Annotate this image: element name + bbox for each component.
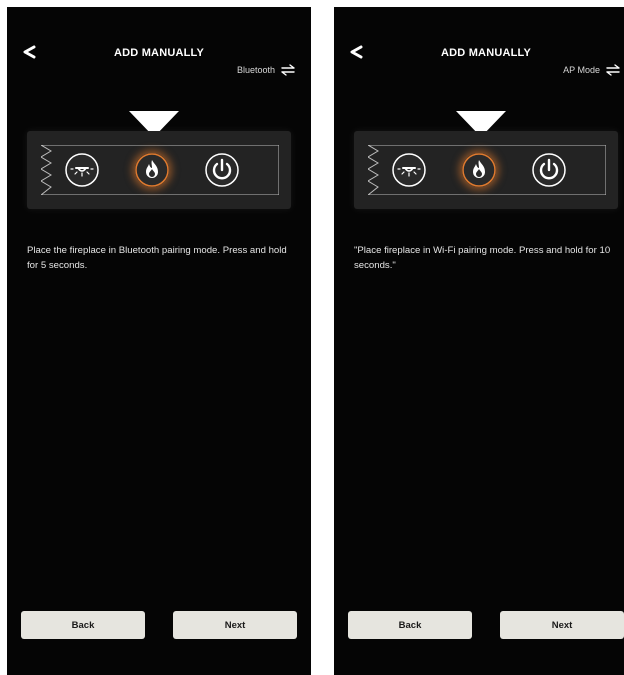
next-button[interactable]: Next xyxy=(173,611,297,639)
power-button[interactable] xyxy=(205,153,239,187)
swap-arrows-icon[interactable] xyxy=(606,64,620,76)
back-button[interactable]: Back xyxy=(21,611,145,639)
flame-icon xyxy=(135,153,169,187)
instruction-text: Place the fireplace in Bluetooth pairing… xyxy=(27,245,287,271)
light-button[interactable] xyxy=(65,153,99,187)
mode-switch[interactable]: AP Mode xyxy=(563,64,620,76)
page-title: ADD MANUALLY xyxy=(441,47,531,59)
control-panel xyxy=(27,131,291,209)
mode-label: Bluetooth xyxy=(236,65,275,75)
flame-button[interactable] xyxy=(135,153,169,187)
bluetooth-screen: ADD MANUALLY Bluetooth Place the firepla… xyxy=(7,7,311,675)
power-button[interactable] xyxy=(532,153,566,187)
light-icon xyxy=(65,153,99,187)
instruction-text: "Place fireplace in Wi-Fi pairing mode. … xyxy=(354,245,611,271)
flame-icon xyxy=(462,153,496,187)
light-button[interactable] xyxy=(392,153,426,187)
mode-switch[interactable]: Bluetooth xyxy=(237,64,295,76)
power-icon xyxy=(205,153,239,187)
power-icon xyxy=(532,153,566,187)
ap-mode-screen: ADD MANUALLY AP Mode "Place fireplace in… xyxy=(334,7,624,675)
light-icon xyxy=(392,153,426,187)
control-panel xyxy=(354,131,618,209)
back-button[interactable]: Back xyxy=(348,611,472,639)
swap-arrows-icon[interactable] xyxy=(281,64,295,76)
next-button[interactable]: Next xyxy=(500,611,624,639)
flame-button[interactable] xyxy=(462,153,496,187)
mode-label: AP Mode xyxy=(563,65,600,75)
page-title: ADD MANUALLY xyxy=(114,47,204,59)
